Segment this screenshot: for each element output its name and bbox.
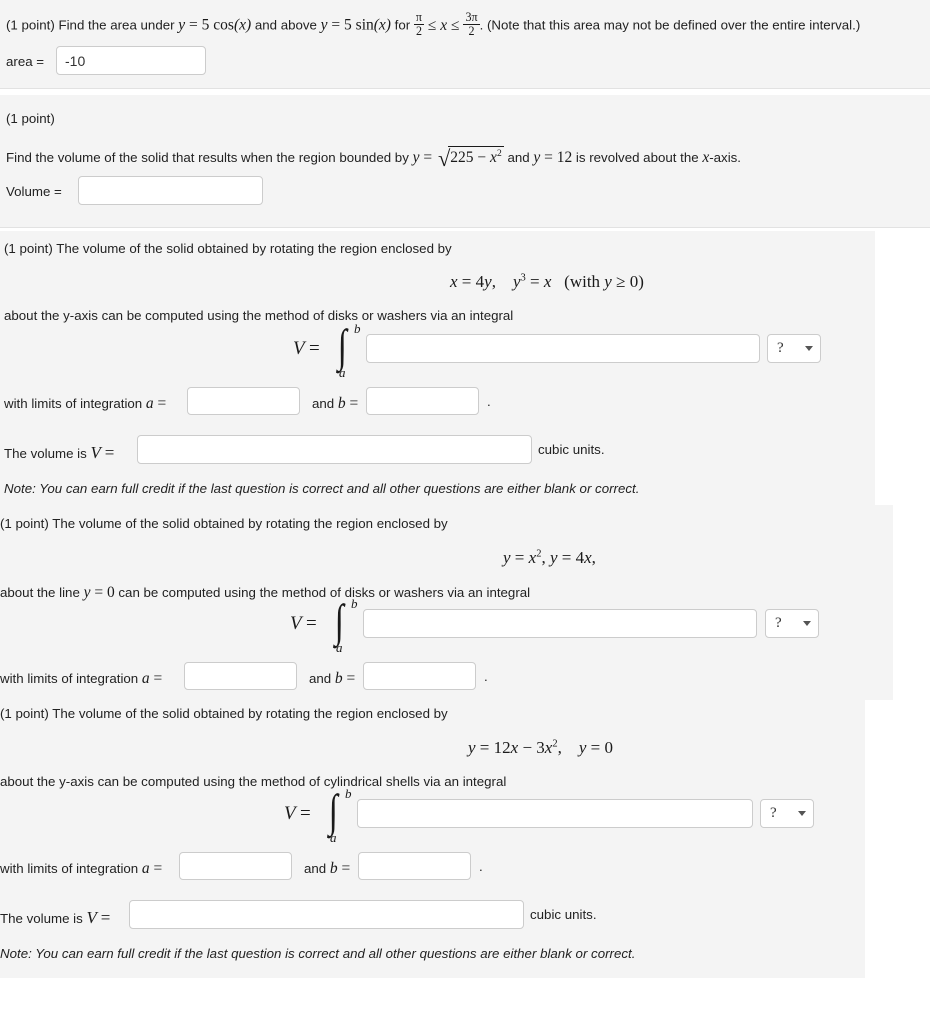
problem-2-equation-2: y = 12 <box>533 149 573 167</box>
webwork-problem-page: (1 point) Find the area under y = 5 cos(… <box>0 0 930 1024</box>
problem-3-select-label: ? <box>777 340 784 356</box>
chevron-down-icon <box>803 621 811 626</box>
problem-1-points: (1 point) <box>6 17 55 33</box>
problem-3-note: Note: You can earn full credit if the la… <box>4 481 640 496</box>
problem-3-display-equation: x = 4y, y3 = x (with y ≥ 0) <box>450 272 644 291</box>
problem-1-prompt-for: for <box>394 17 411 33</box>
problem-3-integral-prefix: V = <box>293 338 320 359</box>
problem-1-note: (Note that this area may not be defined … <box>487 17 861 33</box>
problem-2-prompt: Find the volume of the solid that result… <box>6 150 409 166</box>
problem-5-points: (1 point) The volume of the solid obtain… <box>0 706 448 721</box>
problem-3-integral-upper: b <box>354 321 361 336</box>
chevron-down-icon <box>798 811 806 816</box>
problem-5-limits-period: . <box>479 859 483 874</box>
problem-5-display-equation: y = 12x − 3x2, y = 0 <box>468 738 613 757</box>
problem-4-integrand-input[interactable] <box>363 609 757 638</box>
problem-2-prompt-tail: is revolved about the x-axis. <box>575 149 741 167</box>
problem-4-units-select[interactable]: ? <box>765 609 819 638</box>
problem-1-statement: (1 point) Find the area under y = 5 cos(… <box>6 11 860 37</box>
problem-5-select-label: ? <box>770 805 777 821</box>
problem-1-area-input[interactable] <box>56 46 206 75</box>
problem-4-limits-prefix: with limits of integration a = <box>0 670 163 687</box>
problem-3-limit-a-input[interactable] <box>187 387 300 415</box>
problem-2-divider <box>0 227 930 228</box>
problem-5-limits-prefix: with limits of integration a = <box>0 860 163 877</box>
problem-2-points: (1 point) <box>6 111 55 126</box>
problem-4-method-line: about the line y = 0 can be computed usi… <box>0 583 530 602</box>
problem-4-select-label: ? <box>775 615 782 631</box>
problem-3-method-line: about the y-axis can be computed using t… <box>4 308 514 323</box>
problem-5-integrand-input[interactable] <box>357 799 753 828</box>
problem-1-equation-2: y = 5 sin(x) <box>320 16 391 34</box>
problem-2-prompt-and: and <box>507 150 530 166</box>
problem-4-display-equation: y = x2, y = 4x, <box>503 548 596 567</box>
problem-1-prompt-pre: Find the area under <box>58 17 175 33</box>
problem-4-method-post: can be computed using the method of disk… <box>118 585 531 600</box>
problem-3-integral-lower: a <box>339 365 346 380</box>
problem-3-points: (1 point) The volume of the solid obtain… <box>4 241 452 256</box>
problem-4-limit-b-input[interactable] <box>363 662 476 690</box>
problem-5-units-select[interactable]: ? <box>760 799 814 828</box>
problem-1-period: . <box>479 17 484 33</box>
problem-4-integral-lower: a <box>336 640 343 655</box>
problem-5-limit-b-input[interactable] <box>358 852 471 880</box>
problem-5-method-line: about the y-axis can be computed using t… <box>0 774 507 789</box>
problem-3-limits-period: . <box>487 394 491 409</box>
problem-3-limits-prefix: with limits of integration a = <box>4 395 167 412</box>
chevron-down-icon <box>805 346 813 351</box>
problem-4-limits-mid: and b = <box>309 670 356 687</box>
problem-3-units-select[interactable]: ? <box>767 334 821 363</box>
problem-2-statement: Find the volume of the solid that result… <box>6 146 741 172</box>
problem-5-volume-label: The volume is V = <box>0 908 111 927</box>
problem-1-prompt-mid: and above <box>254 17 317 33</box>
problem-3-volume-input[interactable] <box>137 435 532 464</box>
problem-5-integral-prefix: V = <box>284 803 311 824</box>
problem-2-volume-input[interactable] <box>78 176 263 205</box>
problem-3-integrand-input[interactable] <box>366 334 760 363</box>
problem-5-limits-mid: and b = <box>304 860 351 877</box>
problem-1-answer-label: area = <box>6 54 45 69</box>
problem-1-divider <box>0 88 930 89</box>
problem-2-answer-label: Volume = <box>6 184 62 199</box>
problem-4-points: (1 point) The volume of the solid obtain… <box>0 516 448 531</box>
problem-5-integral-upper: b <box>345 786 352 801</box>
problem-5-volume-input[interactable] <box>129 900 524 929</box>
problem-4-limit-a-input[interactable] <box>184 662 297 690</box>
problem-3-volume-label: The volume is V = <box>4 443 115 462</box>
problem-3-limits-mid: and b = <box>312 395 359 412</box>
problem-5-volume-units: cubic units. <box>530 907 597 922</box>
problem-4-integral-upper: b <box>351 596 358 611</box>
problem-2-equation-1: y = √225 − x2 <box>412 146 504 172</box>
problem-3-limit-b-input[interactable] <box>366 387 479 415</box>
problem-4-method-pre: about the line <box>0 585 80 600</box>
problem-5-note: Note: You can earn full credit if the la… <box>0 946 636 961</box>
problem-5-panel <box>0 700 865 978</box>
problem-4-limits-period: . <box>484 669 488 684</box>
problem-5-limit-a-input[interactable] <box>179 852 292 880</box>
problem-1-interval: π2 ≤ x ≤ 3π 2 <box>413 10 480 38</box>
problem-5-integral-lower: a <box>330 830 337 845</box>
problem-1-equation-1: y = 5 cos(x) <box>178 16 252 34</box>
problem-3-volume-units: cubic units. <box>538 442 605 457</box>
problem-4-integral-prefix: V = <box>290 613 317 634</box>
problem-4-method-equation: y = 0 <box>83 584 115 601</box>
